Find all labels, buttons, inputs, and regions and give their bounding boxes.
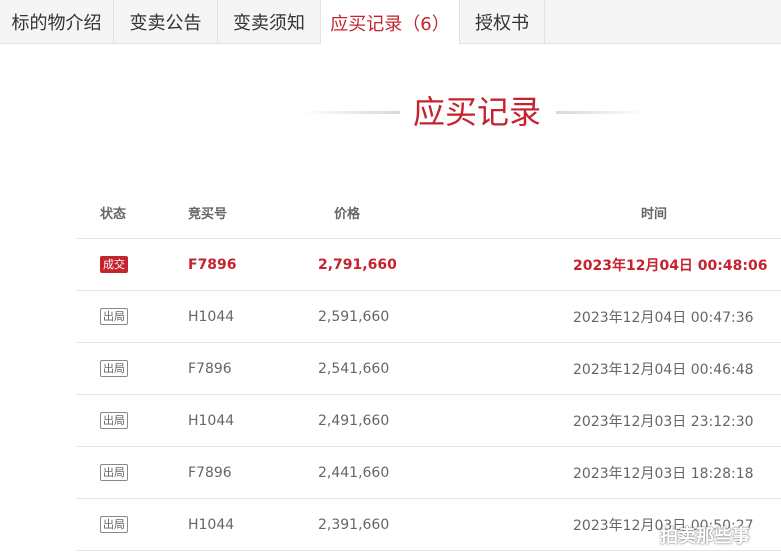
bidder-number: H1044 xyxy=(188,412,235,429)
table-row: 出局 H1044 2,591,660 2023年12月04日 00:47:36 xyxy=(76,291,781,343)
status-badge: 出局 xyxy=(100,308,128,325)
bid-price: 2,591,660 xyxy=(318,308,390,325)
bid-price: 2,491,660 xyxy=(318,412,390,429)
table-header: 状态 竞买号 价格 时间 xyxy=(76,186,781,239)
status-badge: 成交 xyxy=(100,256,128,273)
tab-bid-records[interactable]: 应买记录（6） xyxy=(321,0,460,45)
header-time: 时间 xyxy=(641,206,668,222)
bid-records-table: 状态 竞买号 价格 时间 成交 F7896 2,791,660 2023年12月… xyxy=(76,186,781,551)
heading-divider-right xyxy=(556,111,648,114)
bidder-number: F7896 xyxy=(188,256,237,273)
header-bidder: 竞买号 xyxy=(188,206,228,222)
header-status: 状态 xyxy=(100,206,127,222)
tab-sale-notice[interactable]: 变卖须知 xyxy=(218,0,321,44)
heading-divider-left xyxy=(300,111,400,114)
bid-time: 2023年12月03日 18:28:18 xyxy=(573,465,754,482)
watermark: 拍卖那些事 xyxy=(660,526,750,547)
bid-time: 2023年12月04日 00:47:36 xyxy=(573,309,754,326)
bidder-number: H1044 xyxy=(188,308,235,325)
tab-bar: 标的物介绍 变卖公告 变卖须知 应买记录（6） 授权书 xyxy=(0,0,781,45)
bidder-number: F7896 xyxy=(188,464,232,481)
header-price: 价格 xyxy=(334,206,361,222)
table-row: 成交 F7896 2,791,660 2023年12月04日 00:48:06 xyxy=(76,239,781,291)
status-badge: 出局 xyxy=(100,516,128,533)
table-row: 出局 H1044 2,491,660 2023年12月03日 23:12:30 xyxy=(76,395,781,447)
status-badge: 出局 xyxy=(100,360,128,377)
bid-time: 2023年12月04日 00:48:06 xyxy=(573,257,768,274)
status-badge: 出局 xyxy=(100,412,128,429)
bid-price: 2,441,660 xyxy=(318,464,390,481)
bidder-number: F7896 xyxy=(188,360,232,377)
status-badge: 出局 xyxy=(100,464,128,481)
bid-price: 2,391,660 xyxy=(318,516,390,533)
bid-price: 2,791,660 xyxy=(318,256,397,273)
table-row: 出局 F7896 2,541,660 2023年12月04日 00:46:48 xyxy=(76,343,781,395)
bid-price: 2,541,660 xyxy=(318,360,390,377)
tab-item-intro[interactable]: 标的物介绍 xyxy=(0,0,114,44)
bid-time: 2023年12月04日 00:46:48 xyxy=(573,361,754,378)
table-row: 出局 F7896 2,441,660 2023年12月03日 18:28:18 xyxy=(76,447,781,499)
bid-time: 2023年12月03日 23:12:30 xyxy=(573,413,754,430)
section-title: 应买记录 xyxy=(412,93,541,131)
bidder-number: H1044 xyxy=(188,516,235,533)
tab-sale-announcement[interactable]: 变卖公告 xyxy=(114,0,218,44)
tab-authorization[interactable]: 授权书 xyxy=(460,0,545,44)
section-heading: 应买记录 xyxy=(0,88,781,138)
